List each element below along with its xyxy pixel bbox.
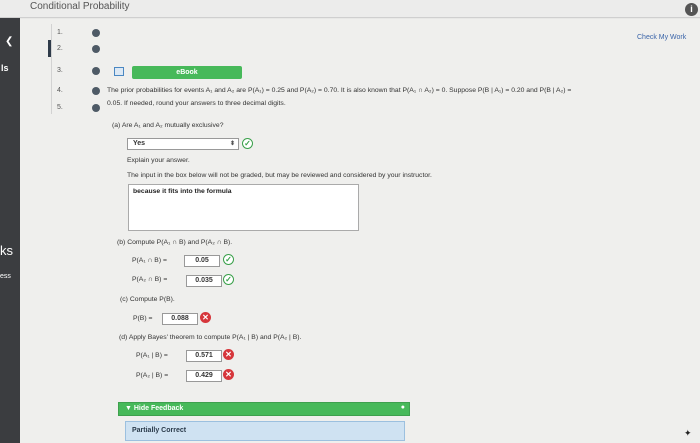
question-status-icon	[92, 29, 100, 37]
p-a1-and-b-label: P(A₁ ∩ B) =	[132, 257, 167, 264]
part-d-question: (d) Apply Bayes' theorem to compute P(A₁…	[119, 334, 302, 341]
info-icon[interactable]: i	[685, 3, 698, 16]
mouse-cursor-icon: ✦	[684, 428, 692, 438]
app-title: Conditional Probability	[30, 1, 130, 12]
question-nav-divider	[51, 24, 52, 114]
hide-feedback-label: ▼ Hide Feedback	[125, 405, 184, 412]
check-my-work-link[interactable]: Check My Work	[637, 34, 686, 41]
feedback-panel: Partially Correct	[125, 421, 405, 441]
explanation-textarea[interactable]: because it fits into the formula	[128, 184, 359, 231]
select-value: Yes	[133, 140, 146, 147]
question-nav-item-4[interactable]: 4.	[57, 87, 63, 94]
explain-label: Explain your answer.	[127, 157, 190, 164]
p-a2-given-b-label: P(A₂ | B) =	[136, 372, 169, 379]
incorrect-x-icon: ✕	[200, 312, 211, 323]
p-a1-given-b-label: P(A₁ | B) =	[136, 352, 168, 359]
main-content	[20, 19, 700, 443]
problem-text-line-1: The prior probabilities for events A₁ an…	[107, 87, 572, 94]
collapse-chevron-icon[interactable]: ❮	[5, 36, 13, 47]
correct-check-icon: ✓	[223, 274, 234, 285]
mutually-exclusive-select[interactable]: Yes ⬍	[127, 138, 239, 150]
question-status-icon	[92, 104, 100, 112]
p-a2-and-b-label: P(A₂ ∩ B) =	[132, 276, 168, 283]
p-b-input[interactable]: 0.088	[162, 313, 198, 325]
question-nav-item-5[interactable]: 5.	[57, 104, 63, 111]
top-bar: Conditional Probability i	[0, 0, 700, 18]
p-a1-given-b-input[interactable]: 0.571	[186, 350, 222, 362]
sidebar-label-mid: ks	[0, 243, 13, 258]
feedback-status: Partially Correct	[132, 427, 187, 434]
part-c-question: (c) Compute P(B).	[120, 296, 175, 303]
question-nav-active-indicator	[48, 40, 51, 57]
p-a2-given-b-input[interactable]: 0.429	[186, 370, 222, 382]
p-a1-and-b-input[interactable]: 0.05	[184, 255, 220, 267]
part-b-question: (b) Compute P(A₁ ∩ B) and P(A₂ ∩ B).	[117, 239, 233, 246]
question-status-icon	[92, 87, 100, 95]
correct-check-icon: ✓	[223, 254, 234, 265]
p-b-label: P(B) =	[133, 315, 153, 322]
question-status-icon	[92, 45, 100, 53]
sidebar: ❮ ls ks ess	[0, 18, 20, 443]
ebook-button[interactable]: eBook	[132, 66, 242, 79]
problem-text-line-2: 0.05. If needed, round your answers to t…	[107, 100, 286, 107]
sidebar-label-bottom: ess	[0, 273, 11, 280]
incorrect-x-icon: ✕	[223, 349, 234, 360]
question-nav-item-2[interactable]: 2.	[57, 45, 63, 52]
part-a-question: (a) Are A₁ and A₂ mutually exclusive?	[112, 122, 224, 129]
question-status-icon	[92, 67, 100, 75]
feedback-dot-icon: ●	[400, 404, 405, 411]
question-nav-item-3[interactable]: 3.	[57, 67, 63, 74]
question-nav-item-1[interactable]: 1.	[57, 29, 63, 36]
sidebar-label-top: ls	[1, 63, 9, 73]
ebook-icon[interactable]	[114, 67, 124, 76]
hide-feedback-toggle[interactable]: ▼ Hide Feedback ●	[118, 402, 410, 416]
correct-check-icon: ✓	[242, 138, 253, 149]
p-a2-and-b-input[interactable]: 0.035	[186, 275, 222, 287]
explain-note: The input in the box below will not be g…	[127, 172, 432, 179]
select-caret-icon: ⬍	[229, 141, 235, 147]
incorrect-x-icon: ✕	[223, 369, 234, 380]
